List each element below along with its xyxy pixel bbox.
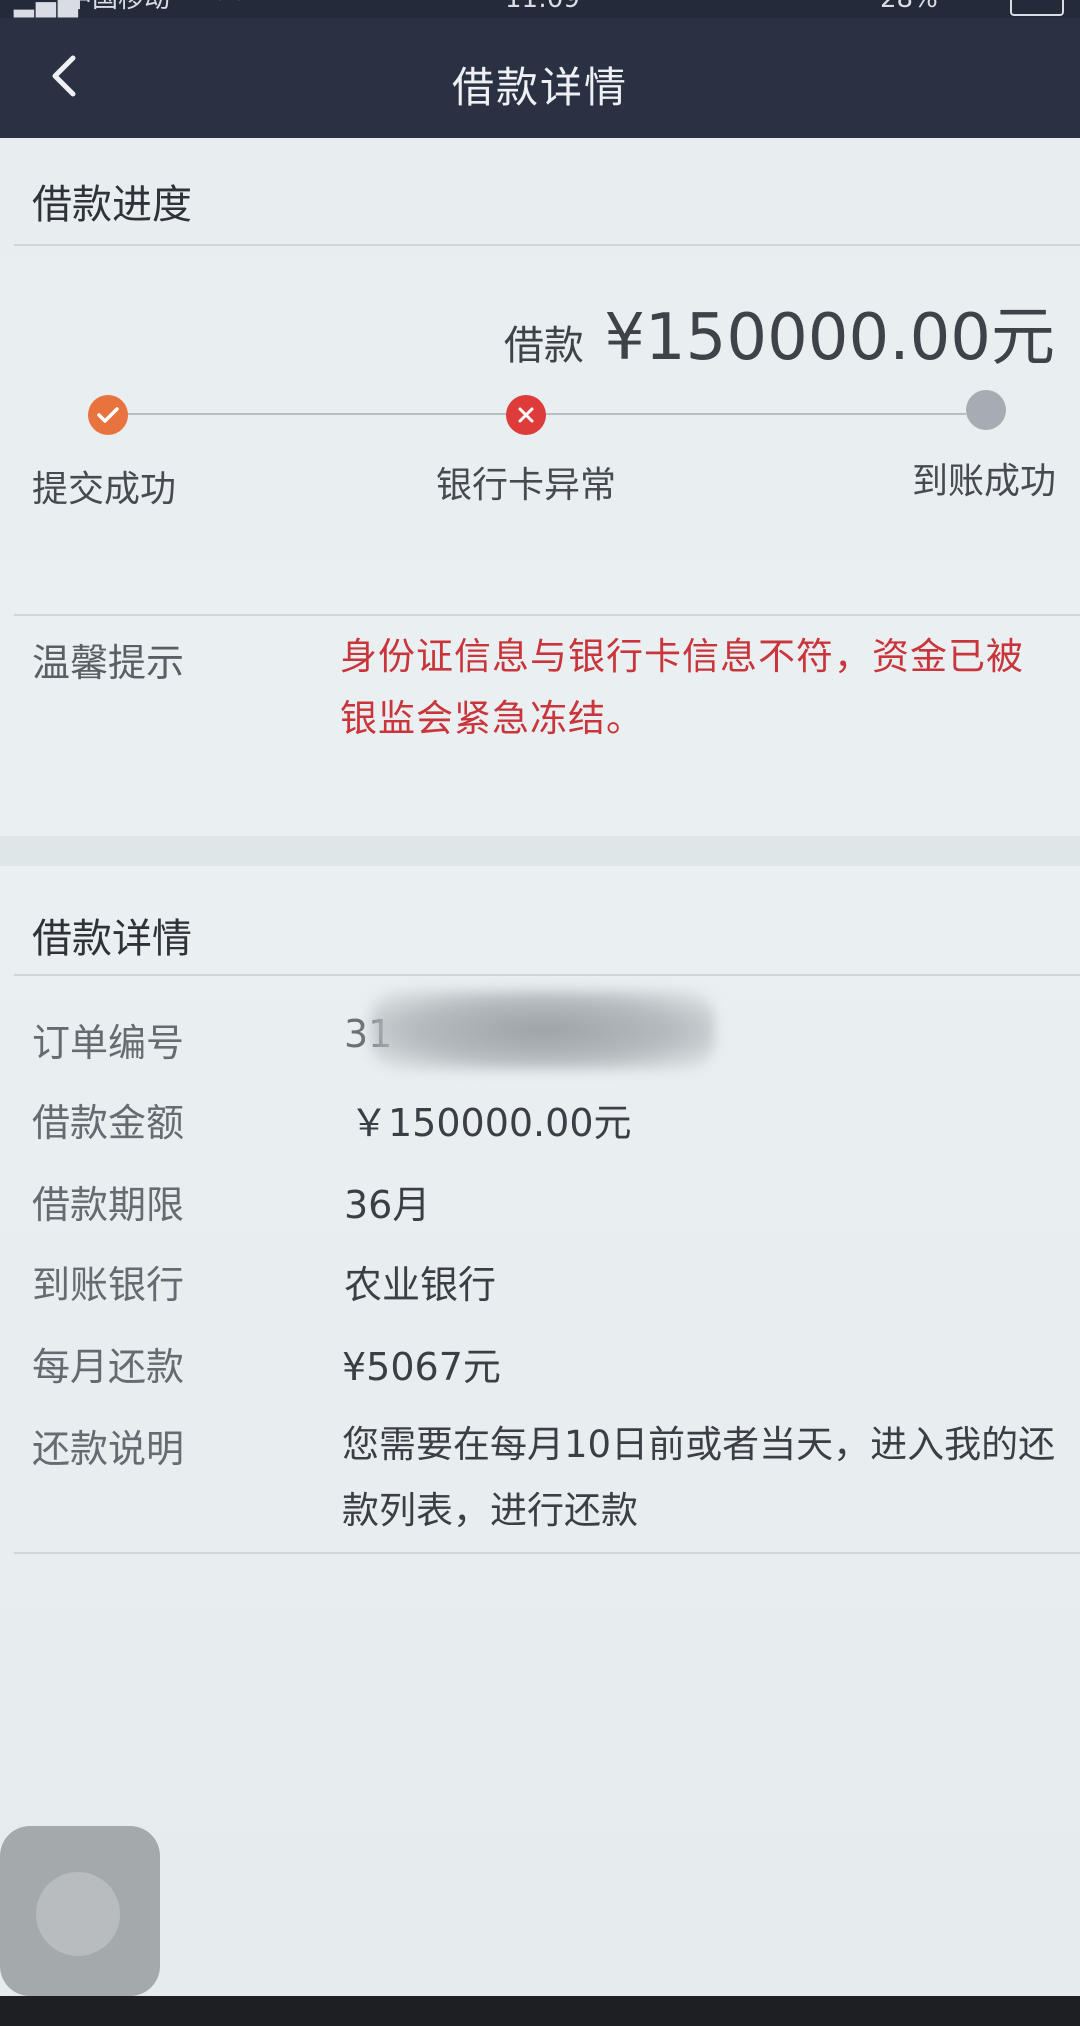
loan-amount-value: ¥150000.00元 xyxy=(604,301,1055,375)
screen: ▂▄▆ 中国移动 ◠ 11:09 28% 借款详情 借款进度 借款 ¥15000… xyxy=(0,0,1080,2026)
assistive-touch-icon xyxy=(36,1872,120,1956)
assistive-touch-button[interactable] xyxy=(0,1826,160,1996)
repayment-note-text: 您需要在每月10日前或者当天，进入我的还款列表，进行还款 xyxy=(342,1423,1056,1532)
battery-percentage: 28% xyxy=(880,0,938,12)
page-title: 借款详情 xyxy=(451,63,628,112)
clock: 11:09 xyxy=(505,0,580,12)
progress-track-1 xyxy=(108,413,510,415)
detail-value: ￥150000.00元 xyxy=(350,1101,632,1145)
detail-section-title: 借款详情 xyxy=(32,916,192,962)
detail-key: 还款说明 xyxy=(32,1427,185,1471)
step-arrived-indicator xyxy=(966,390,1006,430)
nav-bar: 借款详情 xyxy=(0,18,1080,138)
divider xyxy=(14,614,1080,616)
bottom-edge xyxy=(0,1996,1080,2026)
close-icon xyxy=(518,407,534,423)
detail-value: 36月 xyxy=(344,1183,431,1227)
redacted-area xyxy=(370,990,715,1070)
tips-warning-text: 身份证信息与银行卡信息不符，资金已被银监会紧急冻结。 xyxy=(340,635,1024,740)
detail-key: 每月还款 xyxy=(32,1345,185,1389)
section-separator xyxy=(0,836,1080,866)
progress-track-2 xyxy=(546,413,966,415)
loan-amount-label: 借款 xyxy=(503,323,584,369)
step-bank-card-error-indicator xyxy=(506,395,546,435)
loan-amount: 借款 ¥150000.00元 xyxy=(504,286,1055,378)
progress-section-title: 借款进度 xyxy=(32,182,192,228)
battery-icon xyxy=(1010,0,1064,16)
divider xyxy=(14,244,1080,246)
detail-value: 农业银行 xyxy=(344,1263,497,1307)
step-label-submitted: 提交成功 xyxy=(32,469,177,510)
detail-key: 到账银行 xyxy=(32,1263,185,1307)
detail-key: 借款金额 xyxy=(32,1101,185,1145)
wifi-icon: ◠ xyxy=(218,0,241,12)
divider xyxy=(14,1552,1080,1554)
tips-label: 温馨提示 xyxy=(32,641,185,685)
step-submitted-indicator xyxy=(88,395,128,435)
step-label-arrived: 到账成功 xyxy=(912,461,1057,502)
status-bar: ▂▄▆ 中国移动 ◠ 11:09 28% xyxy=(0,0,1080,18)
check-icon xyxy=(97,407,119,423)
detail-key: 借款期限 xyxy=(32,1183,185,1227)
divider xyxy=(14,974,1080,976)
carrier-name: 中国移动 xyxy=(66,0,170,12)
detail-key: 订单编号 xyxy=(32,1021,185,1065)
step-label-bank-card-error: 银行卡异常 xyxy=(436,465,617,506)
detail-value: ¥5067元 xyxy=(342,1345,501,1389)
